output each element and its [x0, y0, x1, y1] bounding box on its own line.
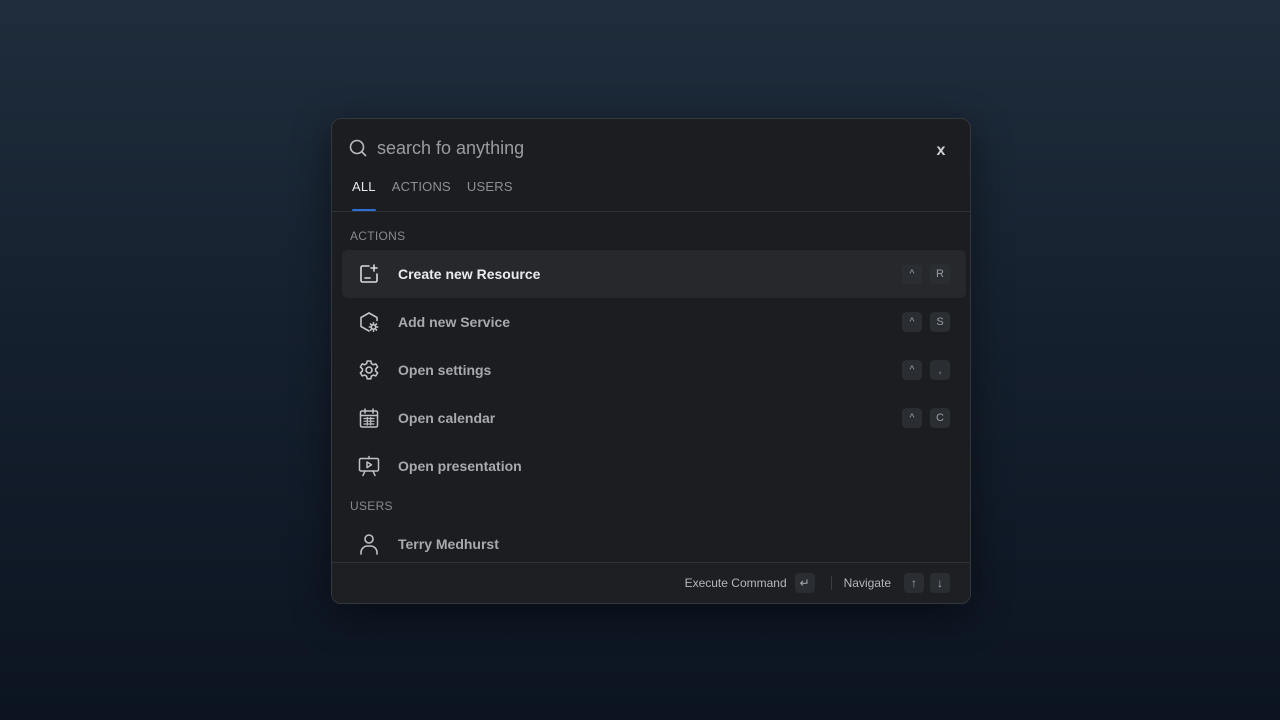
- action-item-open-settings[interactable]: Open settings ^ ,: [342, 346, 966, 394]
- shortcut-key: ^: [902, 360, 922, 380]
- shortcut-key: ^: [902, 408, 922, 428]
- navigate-label: Navigate: [843, 576, 891, 590]
- shortcut-key: R: [930, 264, 950, 284]
- shortcut-key: ^: [902, 312, 922, 332]
- action-item-label: Create new Resource: [398, 266, 541, 282]
- arrow-up-icon: ↑: [904, 573, 924, 593]
- action-item-create-resource[interactable]: Create new Resource ^ R: [342, 250, 966, 298]
- tab-all[interactable]: ALL: [352, 177, 376, 211]
- calendar-icon: [358, 407, 380, 429]
- search-input[interactable]: [377, 133, 897, 163]
- shortcut-key: C: [930, 408, 950, 428]
- document-plus-icon: [358, 263, 380, 285]
- execute-command-label: Execute Command: [684, 576, 787, 590]
- results-list[interactable]: ACTIONS Create new Resource ^ R Add new …: [332, 212, 970, 564]
- search-icon: [349, 139, 367, 157]
- section-label-users: USERS: [350, 499, 393, 513]
- action-item-open-calendar[interactable]: Open calendar ^ C: [342, 394, 966, 442]
- gear-icon: [358, 359, 380, 381]
- action-item-label: Open calendar: [398, 410, 496, 426]
- shortcut: ^ S: [902, 312, 950, 332]
- footer-bar: Execute Command ↵ Navigate ↑ ↓: [332, 562, 970, 603]
- tab-users[interactable]: USERS: [467, 177, 513, 211]
- command-palette: x ALL ACTIONS USERS ACTIONS Create new R…: [331, 118, 971, 604]
- action-item-add-service[interactable]: Add new Service ^ S: [342, 298, 966, 346]
- user-item-terry-medhurst[interactable]: Terry Medhurst: [342, 520, 966, 564]
- section-label-actions: ACTIONS: [350, 229, 406, 243]
- shortcut-key: ,: [930, 360, 950, 380]
- tab-actions[interactable]: ACTIONS: [392, 177, 451, 211]
- action-item-open-presentation[interactable]: Open presentation: [342, 442, 966, 490]
- action-item-label: Open settings: [398, 362, 492, 378]
- enter-key-icon: ↵: [794, 573, 815, 593]
- close-button[interactable]: x: [932, 143, 950, 161]
- shortcut: ^ ,: [902, 360, 950, 380]
- action-item-label: Open presentation: [398, 458, 522, 474]
- user-item-label: Terry Medhurst: [398, 536, 499, 552]
- action-item-label: Add new Service: [398, 314, 511, 330]
- hexagon-gear-icon: [358, 311, 380, 333]
- shortcut: ^ R: [902, 264, 950, 284]
- arrow-down-icon: ↓: [930, 573, 950, 593]
- user-icon: [358, 533, 380, 555]
- shortcut-key: ^: [902, 264, 922, 284]
- footer-hints: Execute Command ↵ Navigate ↑ ↓: [685, 573, 950, 593]
- footer-divider: [830, 576, 832, 590]
- search-row: x: [332, 119, 970, 175]
- shortcut-key: S: [930, 312, 950, 332]
- presentation-icon: [358, 455, 380, 477]
- shortcut: ^ C: [902, 408, 950, 428]
- filter-tabs: ALL ACTIONS USERS: [352, 177, 513, 211]
